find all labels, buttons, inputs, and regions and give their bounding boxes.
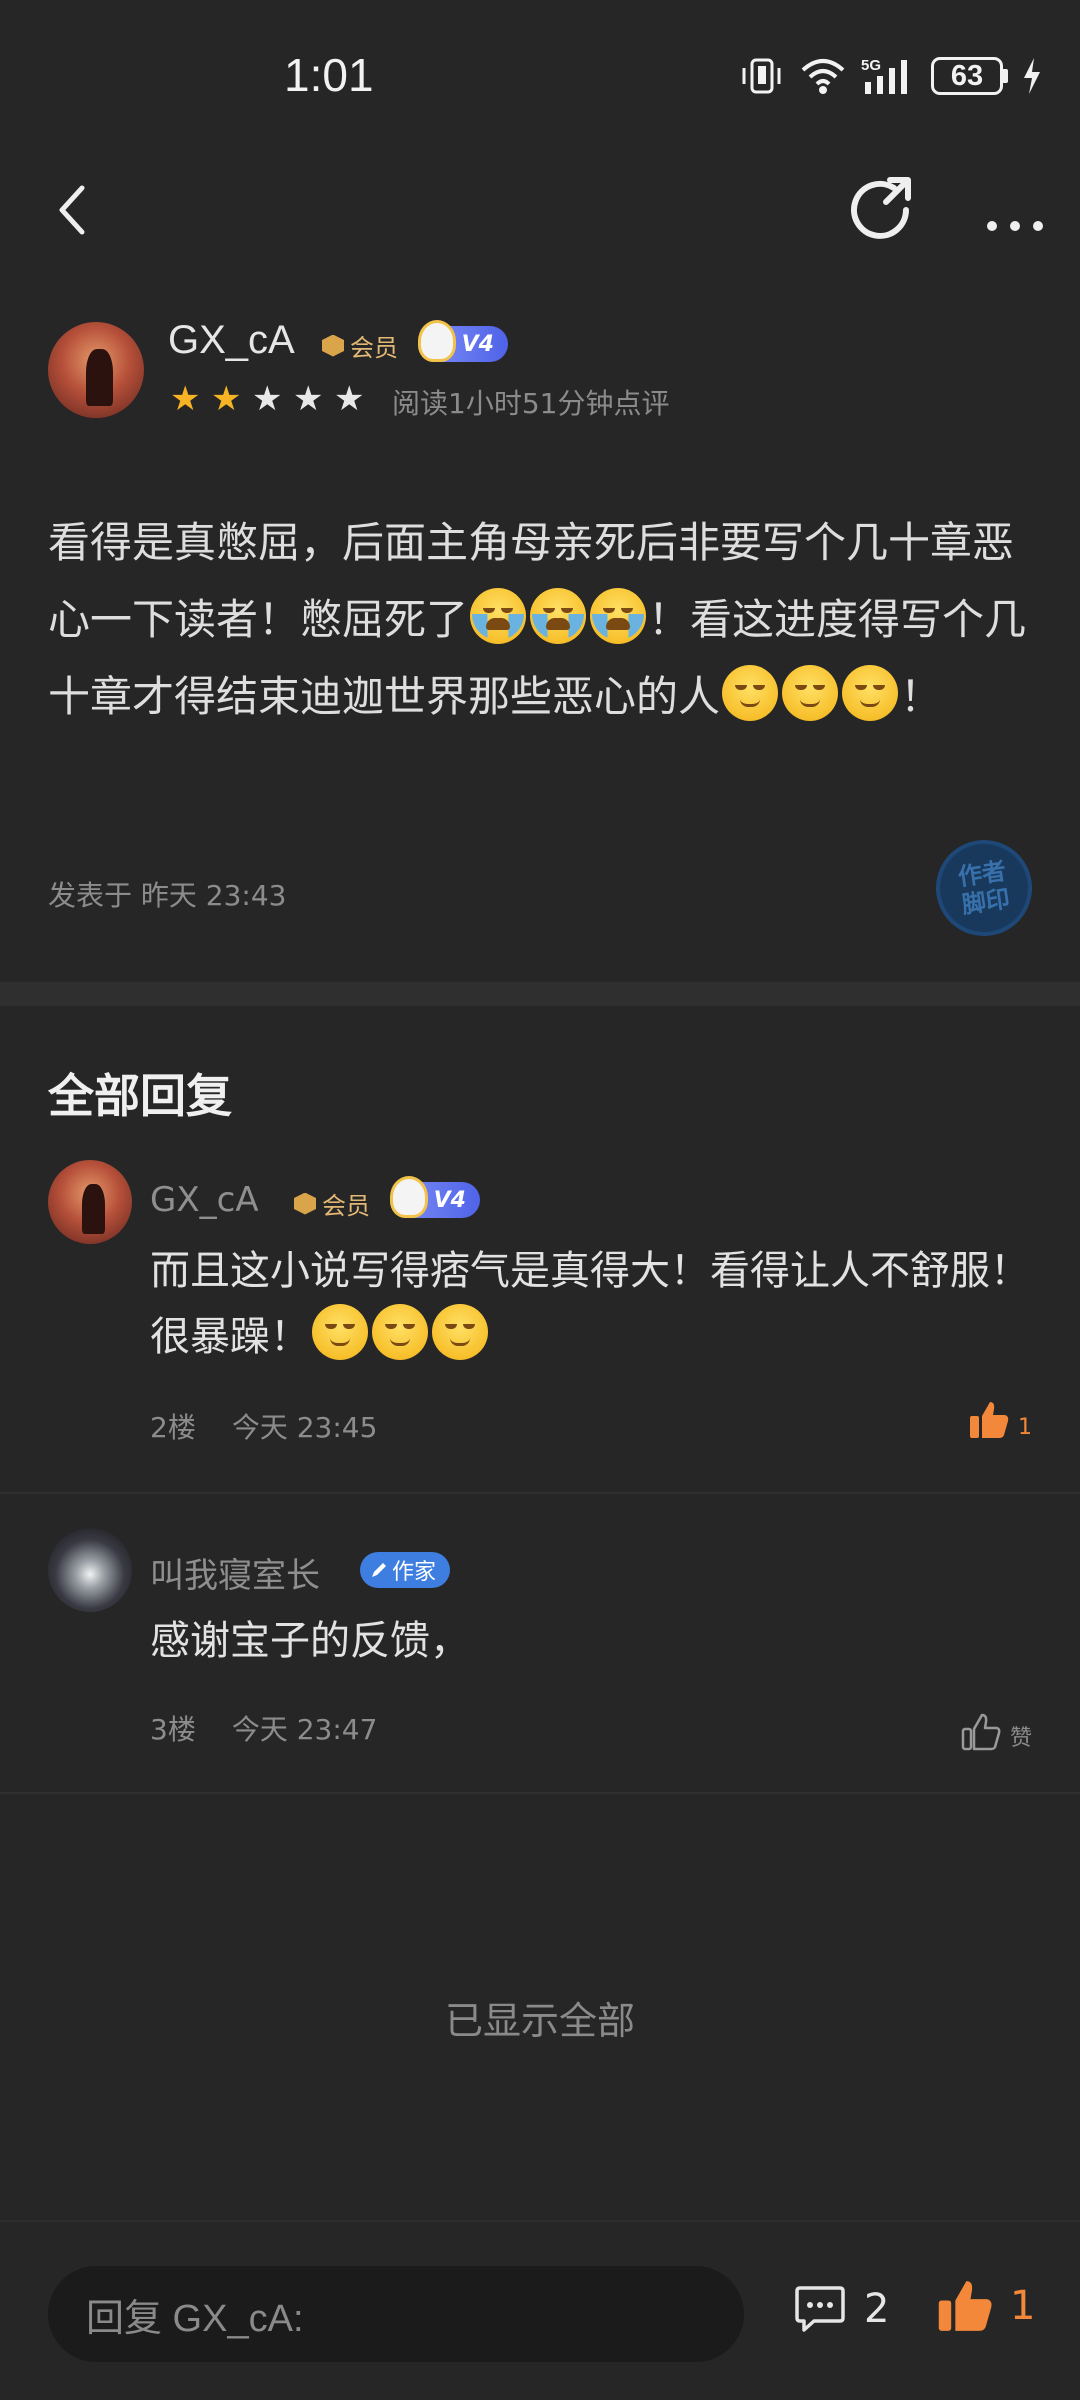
svg-text:5G: 5G	[861, 57, 881, 74]
reply-item: 叫我寝室长 作家 感谢宝子的反馈， 3楼 今天 23:47 赞	[0, 1528, 1080, 1778]
comment-count-button[interactable]: 2	[794, 2284, 889, 2334]
like-button[interactable]: 赞	[960, 1712, 1032, 1752]
comment-icon	[795, 2286, 845, 2332]
reply-divider	[0, 1492, 1080, 1494]
battery-level: 63	[931, 57, 1003, 95]
bottom-like-count: 1	[1010, 2283, 1036, 2329]
vip-icon	[322, 334, 344, 357]
bottom-like-button[interactable]: 1	[936, 2278, 1035, 2334]
battery-indicator: 63	[931, 57, 1008, 95]
crying-emoji-icon	[470, 588, 527, 644]
vip-icon	[294, 1192, 316, 1215]
smile-emoji-icon	[312, 1304, 368, 1360]
status-icons: 5G 63	[739, 56, 1042, 96]
signal-5g-icon: 5G	[861, 57, 907, 94]
reply-input[interactable]: 回复 GX_cA:	[48, 2266, 744, 2362]
reply-item: GX_cA 会员 V4 而且这小说写得痞气是真得大！看得让人不舒服！很暴躁！ 2…	[0, 1160, 1080, 1480]
reply-time: 今天 23:47	[231, 1713, 378, 1746]
reply-floor: 2楼	[150, 1411, 196, 1444]
mascot-icon	[390, 1176, 428, 1218]
smile-emoji-icon	[432, 1304, 488, 1360]
star-icon: ★	[293, 379, 324, 419]
reply-user-name[interactable]: 叫我寝室长	[150, 1548, 320, 1597]
writer-badge: 作家	[360, 1552, 451, 1588]
crying-emoji-icon	[530, 588, 587, 644]
comment-count: 2	[864, 2286, 890, 2332]
wifi-icon	[801, 59, 845, 94]
like-button[interactable]: 1	[968, 1400, 1032, 1440]
post-time: 发表于 昨天 23:43	[48, 879, 287, 912]
reply-text[interactable]: 而且这小说写得痞气是真得大！看得让人不舒服！很暴躁！	[150, 1238, 1030, 1370]
reply-time: 今天 23:45	[231, 1411, 378, 1444]
like-count: 1	[1018, 1415, 1032, 1440]
star-icon: ★	[334, 379, 365, 419]
all-shown-text: 已显示全部	[444, 1999, 635, 2043]
vip-badge: 会员	[294, 1186, 370, 1221]
reply-meta: 2楼 今天 23:45	[150, 1406, 377, 1446]
more-icon[interactable]	[980, 180, 1050, 240]
thumbs-up-icon	[938, 2281, 992, 2331]
reply-divider	[0, 1792, 1080, 1794]
star-icon: ★	[170, 379, 201, 419]
rating-stars: ★ ★ ★ ★ ★	[170, 382, 368, 416]
thumbs-up-icon	[961, 1713, 1001, 1751]
avatar[interactable]	[48, 1528, 132, 1612]
smile-emoji-icon	[722, 665, 779, 721]
top-nav	[0, 160, 1080, 260]
read-duration: 阅读1小时51分钟点评	[392, 387, 670, 420]
level-badge: V4	[390, 1176, 480, 1218]
reply-user-name[interactable]: GX_cA	[150, 1180, 259, 1220]
like-label: 赞	[1009, 1726, 1032, 1751]
star-icon: ★	[211, 379, 242, 419]
smile-emoji-icon	[842, 665, 899, 721]
star-icon: ★	[252, 379, 283, 419]
reply-text[interactable]: 感谢宝子的反馈，	[150, 1608, 1030, 1674]
smile-emoji-icon	[782, 665, 839, 721]
avatar[interactable]	[48, 1160, 132, 1244]
crying-emoji-icon	[590, 588, 647, 644]
bottom-bar: 回复 GX_cA: 2 1	[0, 2220, 1080, 2400]
vibrate-icon	[742, 58, 781, 94]
thumbs-up-icon	[970, 1402, 1009, 1438]
refresh-icon[interactable]	[846, 172, 922, 248]
avatar[interactable]	[48, 322, 144, 418]
comment-body: 看得是真憋屈，后面主角母亲死后非要写个几十章恶心一下读者！憋屈死了 ！看这进度得写…	[48, 518, 1027, 721]
smile-emoji-icon	[372, 1304, 428, 1360]
main-comment: GX_cA 会员 V4 ★ ★ ★ ★ ★ 阅读1小时51分钟点评 看得是真憋屈…	[0, 310, 1080, 980]
status-time: 1:01	[284, 49, 374, 101]
mascot-icon	[418, 320, 456, 362]
status-bar: 1:01 5G 63	[0, 0, 1080, 160]
replies-title: 全部回复	[48, 1069, 232, 1123]
section-divider	[0, 982, 1080, 1006]
user-name[interactable]: GX_cA	[168, 318, 295, 363]
reply-floor: 3楼	[150, 1713, 196, 1746]
author-footprint-stamp: 作者脚印	[929, 833, 1039, 943]
vip-badge: 会员	[322, 328, 398, 363]
level-badge: V4	[418, 320, 508, 362]
back-icon[interactable]	[44, 178, 104, 242]
pen-icon	[372, 1563, 386, 1577]
charging-icon	[1024, 58, 1040, 94]
reply-meta: 3楼 今天 23:47	[150, 1708, 377, 1748]
